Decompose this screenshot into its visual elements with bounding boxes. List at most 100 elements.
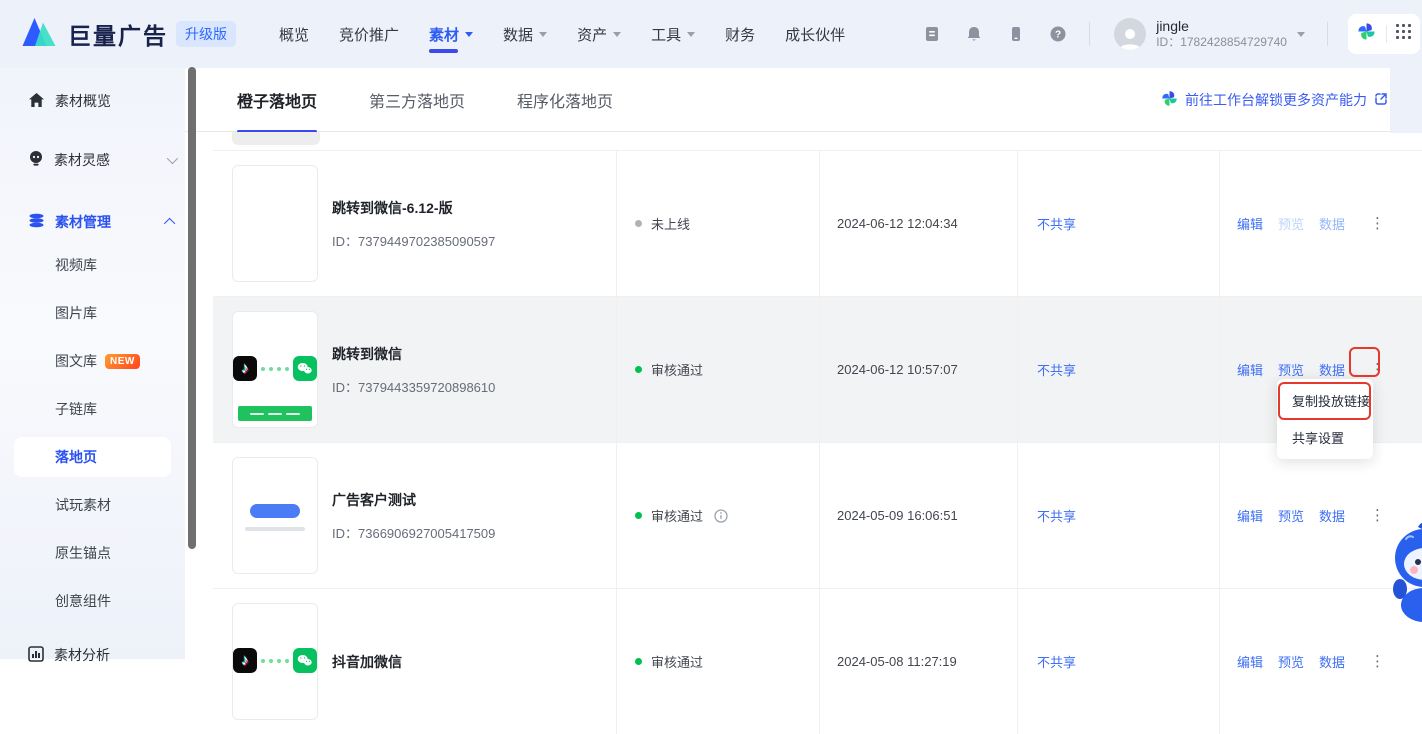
landing-page-thumbnail: ♪: [232, 603, 318, 720]
edit-link[interactable]: 编辑: [1237, 360, 1263, 379]
annotation-box-more-icon: [1349, 347, 1380, 377]
sidebar-item-video-library[interactable]: 视频库: [55, 253, 97, 277]
table-row: 广告客户测试 ID：7366906927005417509 审核通过 2024-…: [213, 442, 1422, 588]
share-status-link[interactable]: 不共享: [1037, 652, 1076, 671]
nav-item-overview[interactable]: 概览: [264, 0, 324, 68]
table-row: ♪ 跳转到微信 ID：7379443359720898610 审核通过: [213, 296, 1422, 442]
edit-link[interactable]: 编辑: [1237, 214, 1263, 233]
sidebar-item-image-text-library[interactable]: 图文库 NEW: [55, 349, 140, 373]
status-dot: [635, 220, 642, 227]
more-actions-icon[interactable]: ⋮: [1364, 652, 1391, 671]
nav-item-finance[interactable]: 财务: [710, 0, 770, 68]
created-date: 2024-05-09 16:06:51: [837, 508, 958, 523]
sidebar-item-material-management[interactable]: 素材管理: [28, 210, 175, 234]
edit-link[interactable]: 编辑: [1237, 506, 1263, 525]
nav-item-tools[interactable]: 工具: [636, 0, 710, 68]
sidebar-item-material-overview[interactable]: 素材概览: [28, 89, 175, 113]
nav-item-data[interactable]: 数据: [488, 0, 562, 68]
nav-item-material[interactable]: 素材: [414, 0, 488, 68]
tiktok-icon: ♪: [233, 356, 257, 381]
material-id: ID：7366906927005417509: [332, 523, 495, 542]
sidebar-item-material-analysis[interactable]: 素材分析: [28, 643, 175, 667]
primary-nav: 概览 竞价推广 素材 数据 资产 工具 财务 成长伙伴: [264, 0, 860, 68]
grid-apps-icon[interactable]: [1396, 24, 1411, 44]
divider: [1089, 22, 1090, 46]
sidebar-item-material-inspiration[interactable]: 素材灵感: [28, 148, 175, 172]
data-link[interactable]: 数据: [1319, 652, 1345, 671]
sidebar-item-creative-component[interactable]: 创意组件: [55, 589, 111, 613]
navbar-right: ? jingle ID：1782428854729740: [911, 14, 1422, 54]
info-icon[interactable]: [714, 509, 728, 523]
tab-programmatic-landing-page[interactable]: 程序化落地页: [517, 68, 613, 132]
share-status-link[interactable]: 不共享: [1037, 214, 1076, 233]
user-name: jingle: [1156, 18, 1287, 36]
new-badge: NEW: [105, 354, 140, 369]
brand-logo[interactable]: 巨量广告 升级版: [22, 17, 236, 51]
external-link-icon: [1374, 92, 1388, 109]
material-title: 跳转到微信: [332, 344, 495, 364]
document-icon[interactable]: [922, 24, 942, 44]
created-date: 2024-05-08 11:27:19: [837, 654, 957, 669]
home-icon: [28, 92, 45, 111]
thumbnail-text-line: [245, 527, 305, 531]
sidebar-item-image-library[interactable]: 图片库: [55, 301, 97, 325]
table-row: 跳转到微信-6.12-版 ID：7379449702385090597 未上线 …: [213, 150, 1422, 296]
preview-link[interactable]: 预览: [1278, 652, 1304, 671]
mascot-character[interactable]: [1384, 521, 1422, 631]
chevron-down-icon: [465, 32, 473, 37]
tab-third-party-landing-page[interactable]: 第三方落地页: [369, 68, 465, 132]
thumbnail-cutoff: [232, 132, 320, 145]
pinwheel-icon: [1161, 90, 1178, 110]
material-id: ID：7379443359720898610: [332, 377, 495, 396]
thumbnail-button: [250, 504, 300, 518]
menu-item-share-settings[interactable]: 共享设置: [1277, 419, 1373, 456]
sidebar-scrollbar[interactable]: [188, 67, 196, 549]
material-title: 广告客户测试: [332, 490, 495, 510]
preview-link[interactable]: 预览: [1278, 214, 1304, 233]
share-status-link[interactable]: 不共享: [1037, 506, 1076, 525]
nav-item-growth-partner[interactable]: 成长伙伴: [770, 0, 860, 68]
status-text: 未上线: [651, 214, 690, 233]
material-title: 抖音加微信: [332, 652, 402, 672]
chevron-down-icon: [167, 153, 178, 164]
data-link[interactable]: 数据: [1319, 360, 1345, 379]
pinwheel-icon[interactable]: [1357, 22, 1376, 46]
chevron-down-icon: [613, 32, 621, 37]
sidebar-item-landing-page[interactable]: 落地页: [14, 437, 171, 477]
status-text: 审核通过: [651, 360, 703, 379]
user-info[interactable]: jingle ID：1782428854729740: [1156, 18, 1287, 51]
divider: [1327, 22, 1328, 46]
avatar[interactable]: [1114, 18, 1146, 50]
status-dot: [635, 366, 642, 373]
logo-triangle-icon: [22, 17, 56, 51]
chevron-down-icon[interactable]: [1297, 32, 1305, 37]
data-link[interactable]: 数据: [1319, 506, 1345, 525]
svg-text:?: ?: [1055, 30, 1061, 41]
share-status-link[interactable]: 不共享: [1037, 360, 1076, 379]
nav-item-bidding[interactable]: 竞价推广: [324, 0, 414, 68]
edit-link[interactable]: 编辑: [1237, 652, 1263, 671]
help-icon[interactable]: ?: [1048, 24, 1068, 44]
chevron-down-icon: [687, 32, 695, 37]
sidebar-item-sublink-library[interactable]: 子链库: [55, 397, 97, 421]
preview-link[interactable]: 预览: [1278, 506, 1304, 525]
created-date: 2024-06-12 12:04:34: [837, 216, 958, 231]
status-text: 审核通过: [651, 506, 703, 525]
table-row-partial-top: [213, 132, 1422, 150]
preview-link[interactable]: 预览: [1278, 360, 1304, 379]
landing-page-tabbar: 橙子落地页 第三方落地页 程序化落地页 前往工作台解锁更多资产能力: [185, 68, 1422, 132]
bell-icon[interactable]: [964, 24, 984, 44]
data-link[interactable]: 数据: [1319, 214, 1345, 233]
table-row: ♪ 抖音加微信 审核通过 2024-05-08 11:27:19 不共享: [213, 588, 1422, 734]
mobile-icon[interactable]: [1006, 24, 1026, 44]
logo-text: 巨量广告: [68, 17, 168, 51]
status-dot: [635, 658, 642, 665]
nav-item-assets[interactable]: 资产: [562, 0, 636, 68]
thumbnail-cta-bar: [238, 406, 312, 421]
sidebar-item-native-anchor[interactable]: 原生锚点: [55, 541, 111, 565]
more-actions-icon[interactable]: ⋮: [1364, 214, 1391, 233]
sidebar-item-playable-material[interactable]: 试玩素材: [55, 493, 111, 517]
tab-orange-landing-page[interactable]: 橙子落地页: [237, 68, 317, 132]
landing-page-thumbnail: [232, 165, 318, 282]
workbench-link[interactable]: 前往工作台解锁更多资产能力: [1161, 68, 1388, 132]
